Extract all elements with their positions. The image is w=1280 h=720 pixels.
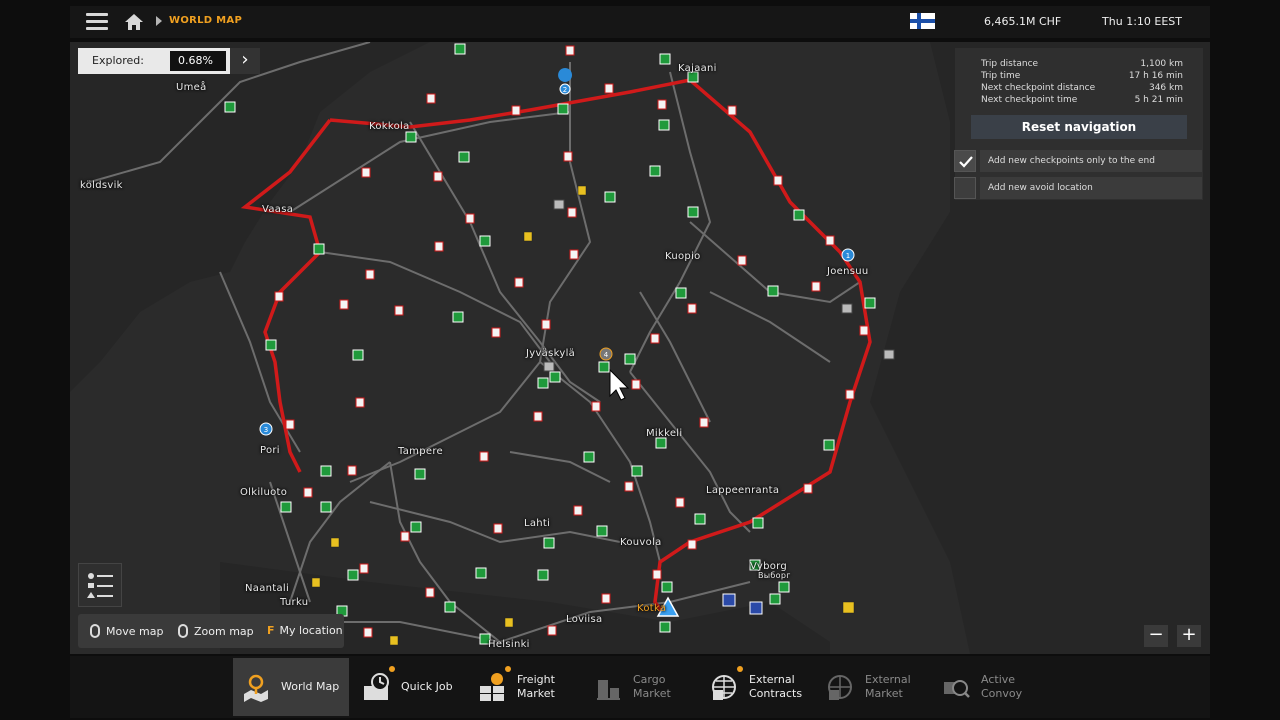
trip-time-row: Trip time 17 h 16 min bbox=[981, 71, 1183, 81]
explored-value: 0.68% bbox=[170, 51, 226, 71]
mouse-icon bbox=[90, 624, 100, 638]
money-balance: 6,465.1M CHF bbox=[984, 15, 1062, 28]
explored-label: Explored: bbox=[92, 54, 144, 67]
tab-cargo-market[interactable]: Cargo Market bbox=[585, 658, 701, 716]
svg-text:1: 1 bbox=[846, 252, 850, 260]
trip-distance-row: Trip distance 1,100 km bbox=[981, 59, 1183, 69]
external-market-icon bbox=[828, 675, 852, 700]
city-label-lahti: Lahti bbox=[524, 518, 551, 529]
city-label-kajaani: Kajaani bbox=[678, 63, 717, 74]
city-label-joensuu: Joensuu bbox=[827, 266, 869, 277]
legend-button[interactable] bbox=[78, 563, 122, 607]
finland-flag-icon bbox=[910, 13, 935, 29]
cargo-market-icon bbox=[597, 680, 620, 700]
next-checkpoint-time-row: Next checkpoint time 5 h 21 min bbox=[981, 95, 1183, 105]
svg-text:3: 3 bbox=[264, 426, 268, 434]
city-label-turku: Turku bbox=[280, 597, 309, 608]
game-clock: Thu 1:10 EEST bbox=[1102, 15, 1182, 28]
mouse-icon bbox=[178, 624, 188, 638]
tab-active-convoy[interactable]: Active Convoy bbox=[933, 658, 1049, 716]
top-bar: WORLD MAP 6,465.1M CHF Thu 1:10 EEST bbox=[70, 6, 1210, 38]
tab-external-market-label: External Market bbox=[865, 673, 911, 700]
city-label-vaasa: Vaasa bbox=[262, 204, 294, 215]
tab-world-map-label: World Map bbox=[281, 680, 340, 693]
next-checkpoint-distance-value: 346 km bbox=[1148, 83, 1183, 93]
menu-icon[interactable] bbox=[86, 13, 108, 31]
next-checkpoint-distance-label: Next checkpoint distance bbox=[981, 83, 1096, 93]
explored-panel: Explored: 0.68% › bbox=[78, 48, 260, 74]
my-location-hint[interactable]: F My location bbox=[267, 624, 343, 637]
tab-cargo-market-label: Cargo Market bbox=[633, 673, 671, 700]
city-label-pori: Pori bbox=[260, 445, 280, 456]
cursor-icon bbox=[609, 368, 630, 401]
option-avoid-location-label: Add new avoid location bbox=[980, 177, 1202, 199]
tab-external-contracts-badge bbox=[737, 666, 743, 672]
trip-time-value: 17 h 16 min bbox=[1128, 71, 1183, 81]
zoom-out-button[interactable]: − bbox=[1144, 625, 1168, 647]
city-label-jyvaskyla: Jyväskylä bbox=[526, 348, 576, 359]
legend-icon bbox=[87, 573, 113, 598]
breadcrumb[interactable]: WORLD MAP bbox=[169, 15, 242, 26]
city-label-loviisa: Loviisa bbox=[566, 614, 603, 625]
svg-text:4: 4 bbox=[604, 351, 609, 359]
chevron-right-icon bbox=[156, 16, 162, 26]
freight-market-icon bbox=[480, 673, 504, 701]
tab-external-market[interactable]: External Market bbox=[817, 658, 933, 716]
external-contracts-icon bbox=[712, 675, 736, 700]
bottom-navigation: World Map Quick Job Freight Market Cargo… bbox=[70, 656, 1210, 718]
city-label-mikkeli: Mikkeli bbox=[646, 428, 683, 439]
city-label-kouvola: Kouvola bbox=[620, 537, 662, 548]
tab-active-convoy-label: Active Convoy bbox=[981, 673, 1023, 700]
tab-freight-market[interactable]: Freight Market bbox=[469, 658, 585, 716]
move-map-hint: Move map bbox=[90, 624, 163, 638]
city-label-vyborg-cyrillic: Выборг bbox=[758, 571, 791, 580]
active-convoy-icon bbox=[944, 680, 970, 698]
trip-distance-value: 1,100 km bbox=[1140, 59, 1183, 69]
trip-time-label: Trip time bbox=[981, 71, 1021, 81]
city-label-naantali: Naantali bbox=[245, 583, 290, 594]
svg-text:2: 2 bbox=[563, 86, 567, 94]
city-label-kokkola: Kokkola bbox=[369, 121, 410, 132]
option-avoid-location[interactable]: Add new avoid location bbox=[954, 177, 1202, 201]
map-controls-hint: Move map Zoom map F My location bbox=[78, 614, 344, 648]
tab-world-map[interactable]: World Map bbox=[233, 658, 349, 716]
home-icon[interactable] bbox=[124, 12, 144, 32]
city-label-ornskoldsvik: köldsvik bbox=[80, 180, 123, 191]
checkbox-avoid-location[interactable] bbox=[954, 177, 976, 199]
tab-freight-market-label: Freight Market bbox=[517, 673, 555, 700]
tab-quick-job[interactable]: Quick Job bbox=[353, 658, 469, 716]
next-checkpoint-time-label: Next checkpoint time bbox=[981, 95, 1078, 105]
city-label-kuopio: Kuopio bbox=[665, 251, 701, 262]
trip-distance-label: Trip distance bbox=[981, 59, 1039, 69]
checkbox-checkpoints-end[interactable] bbox=[954, 150, 976, 172]
city-label-helsinki: Helsinki bbox=[488, 639, 530, 650]
city-label-tampere: Tampere bbox=[398, 446, 443, 457]
checkmark-icon bbox=[959, 156, 973, 168]
city-label-lappeenranta: Lappeenranta bbox=[706, 485, 780, 496]
world-map-icon bbox=[244, 674, 268, 702]
tab-quick-job-label: Quick Job bbox=[401, 680, 453, 693]
option-checkpoints-end-label: Add new checkpoints only to the end bbox=[980, 150, 1202, 172]
tab-external-contracts-label: External Contracts bbox=[749, 673, 803, 700]
reset-navigation-button[interactable]: Reset navigation bbox=[971, 115, 1187, 139]
quick-job-icon bbox=[364, 673, 389, 700]
chevron-right-icon[interactable]: › bbox=[230, 48, 260, 74]
zoom-in-button[interactable]: + bbox=[1177, 625, 1201, 647]
zoom-map-hint: Zoom map bbox=[178, 624, 254, 638]
city-label-umea: Umeå bbox=[176, 82, 207, 93]
tab-freight-market-badge bbox=[505, 666, 511, 672]
city-label-olkiluoto: Olkiluoto bbox=[240, 487, 288, 498]
city-label-kotka: Kotka bbox=[637, 603, 667, 614]
next-checkpoint-time-value: 5 h 21 min bbox=[1134, 95, 1183, 105]
option-checkpoints-end[interactable]: Add new checkpoints only to the end bbox=[954, 150, 1202, 174]
tab-external-contracts[interactable]: External Contracts bbox=[701, 658, 817, 716]
tab-quick-job-badge bbox=[389, 666, 395, 672]
next-checkpoint-distance-row: Next checkpoint distance 346 km bbox=[981, 83, 1183, 93]
